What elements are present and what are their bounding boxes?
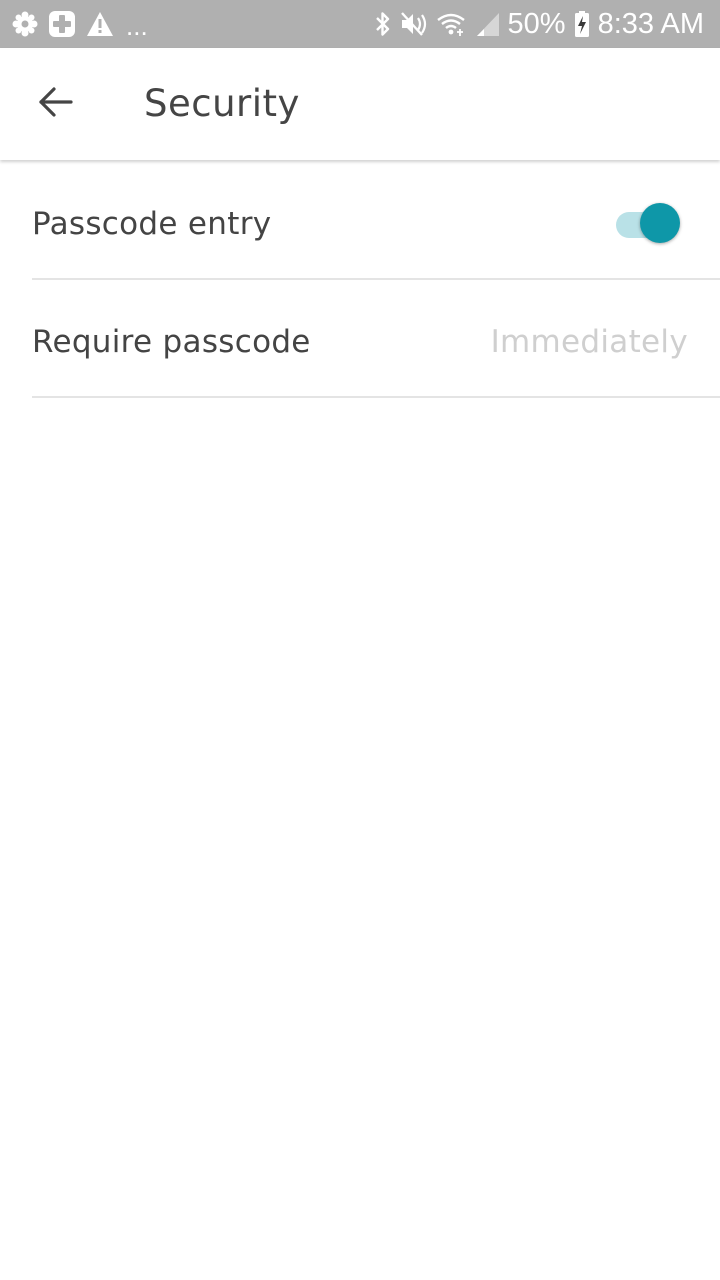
battery-percentage: 50% — [507, 7, 566, 40]
status-bar-notifications: ... — [12, 0, 148, 48]
status-time: 8:33 AM — [597, 7, 704, 40]
wifi-icon — [436, 11, 468, 37]
back-button[interactable] — [24, 72, 88, 136]
require-passcode-label: Require passcode — [32, 324, 311, 360]
arrow-left-icon — [38, 86, 74, 122]
battery-charging-icon — [574, 10, 590, 38]
warning-icon — [86, 11, 114, 37]
mute-icon — [400, 11, 428, 37]
setting-row-require-passcode[interactable]: Require passcode Immediately — [32, 280, 720, 398]
app-bar: Security — [0, 48, 720, 160]
settings-list: Passcode entry Require passcode Immediat… — [0, 162, 720, 398]
toggle-thumb — [640, 203, 680, 243]
settings-gear-icon — [12, 11, 38, 37]
passcode-entry-toggle[interactable] — [616, 202, 682, 246]
bluetooth-icon — [374, 10, 392, 38]
signal-icon — [476, 11, 500, 37]
page-title: Security — [144, 82, 300, 125]
medical-plus-icon — [48, 10, 76, 38]
status-bar: ... 50% 8:33 AM — [0, 0, 720, 48]
setting-row-passcode-entry[interactable]: Passcode entry — [32, 162, 720, 280]
require-passcode-value: Immediately — [490, 324, 688, 360]
more-notifications-indicator: ... — [126, 10, 148, 41]
status-bar-system: 50% 8:33 AM — [374, 0, 704, 48]
passcode-entry-label: Passcode entry — [32, 206, 272, 242]
